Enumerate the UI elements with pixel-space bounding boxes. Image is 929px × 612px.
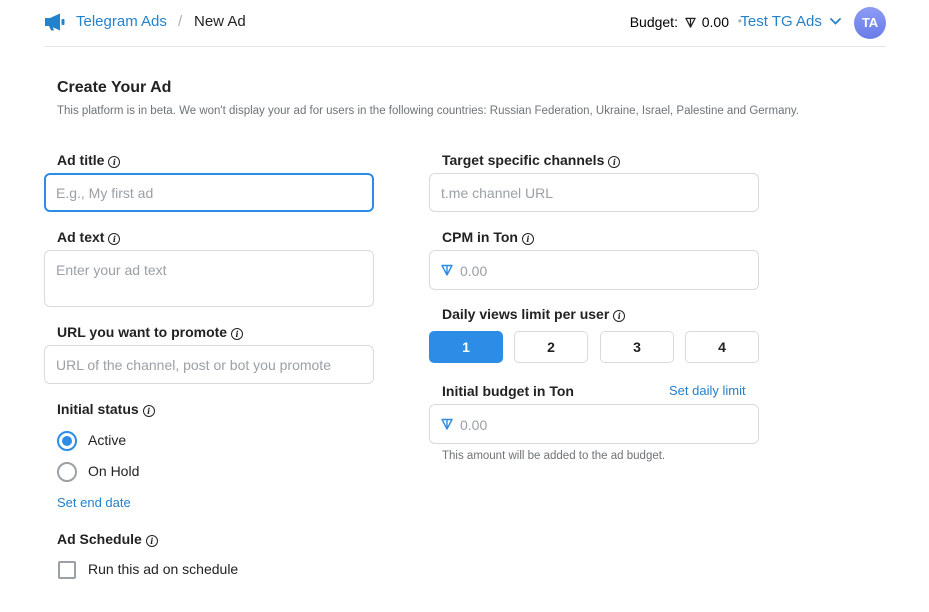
daily-views-option-4[interactable]: 4: [685, 331, 759, 363]
daily-views-option-1[interactable]: 1: [429, 331, 503, 363]
url-label: URL you want to promote i: [57, 324, 244, 340]
target-channels-label: Target specific channels i: [442, 152, 621, 168]
account-name: Test TG Ads: [740, 13, 822, 30]
ton-icon: [441, 418, 453, 430]
url-label-text: URL you want to promote: [57, 324, 228, 340]
cpm-label: CPM in Ton i: [442, 229, 534, 245]
ad-title-label: Ad title i: [57, 152, 121, 168]
info-icon[interactable]: i: [145, 535, 158, 547]
breadcrumb-separator: /: [178, 13, 183, 30]
info-icon[interactable]: i: [231, 328, 244, 340]
info-icon[interactable]: i: [613, 310, 626, 322]
initial-status-label-text: Initial status: [57, 401, 139, 417]
top-bar: Telegram Ads / New Ad Budget: 0.00 • Tes…: [44, 0, 886, 47]
daily-views-label: Daily views limit per user i: [442, 306, 626, 322]
ad-text-label: Ad text i: [57, 229, 121, 245]
budget-hint: This amount will be added to the ad budg…: [442, 450, 666, 462]
megaphone-icon[interactable]: [44, 13, 66, 31]
page-description: This platform is in beta. We won't displ…: [57, 105, 799, 117]
schedule-checkbox[interactable]: [58, 561, 76, 579]
cpm-input[interactable]: [458, 252, 742, 290]
ad-text-label-text: Ad text: [57, 229, 105, 245]
breadcrumb-current: New Ad: [194, 13, 246, 30]
initial-budget-label: Initial budget in Ton: [442, 383, 574, 399]
chevron-down-icon: [830, 18, 841, 25]
target-channels-input[interactable]: [429, 173, 759, 212]
initial-status-label: Initial status i: [57, 401, 155, 417]
ad-schedule-label: Ad Schedule i: [57, 531, 158, 547]
info-icon[interactable]: i: [108, 156, 121, 168]
radio-on-hold-label: On Hold: [88, 463, 140, 479]
info-icon[interactable]: i: [521, 233, 534, 245]
set-daily-limit-link[interactable]: Set daily limit: [669, 383, 746, 398]
cpm-label-text: CPM in Ton: [442, 229, 518, 245]
page-title: Create Your Ad: [57, 79, 172, 96]
target-channels-label-text: Target specific channels: [442, 152, 605, 168]
account-menu[interactable]: Test TG Ads: [740, 13, 841, 30]
url-input[interactable]: [44, 345, 374, 384]
daily-views-label-text: Daily views limit per user: [442, 306, 610, 322]
initial-budget-input[interactable]: [458, 406, 742, 444]
ad-text-input[interactable]: [44, 250, 374, 307]
daily-views-option-3[interactable]: 3: [600, 331, 674, 363]
ton-icon: [441, 264, 453, 276]
radio-on-hold[interactable]: [57, 462, 77, 482]
ad-title-label-text: Ad title: [57, 152, 105, 168]
radio-active[interactable]: [57, 431, 77, 451]
budget-label: Budget:: [629, 14, 678, 30]
info-icon[interactable]: i: [142, 405, 155, 417]
avatar[interactable]: TA: [854, 7, 886, 39]
info-icon[interactable]: i: [608, 156, 621, 168]
brand-link[interactable]: Telegram Ads: [76, 13, 167, 30]
ad-schedule-label-text: Ad Schedule: [57, 531, 142, 547]
schedule-checkbox-label: Run this ad on schedule: [88, 561, 239, 577]
radio-active-label: Active: [88, 432, 127, 448]
budget-value: 0.00: [701, 14, 729, 30]
budget-display: Budget: 0.00: [630, 14, 729, 30]
daily-views-option-2[interactable]: 2: [514, 331, 588, 363]
initial-budget-label-text: Initial budget in Ton: [442, 383, 574, 399]
cpm-field[interactable]: [429, 250, 759, 290]
ton-icon: [685, 17, 696, 28]
initial-budget-field[interactable]: [429, 404, 759, 444]
info-icon[interactable]: i: [108, 233, 121, 245]
ad-title-input[interactable]: [44, 173, 374, 212]
set-end-date-link[interactable]: Set end date: [57, 495, 131, 510]
